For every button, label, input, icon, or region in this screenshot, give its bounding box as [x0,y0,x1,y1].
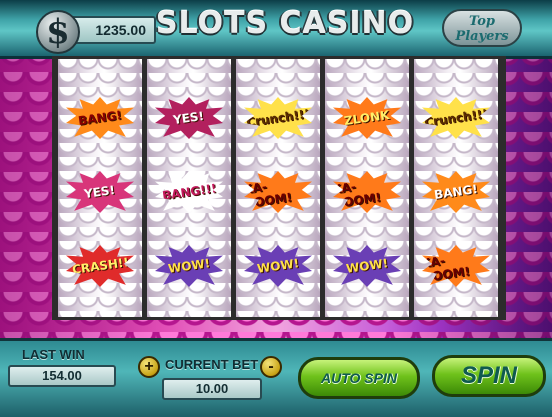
reel-symbol: KA-BOOM! [333,171,401,213]
reel-3: Crunch!!! KA-BOOM! WOW! [236,59,320,317]
last-win-display: 154.00 [8,365,116,387]
reel-symbol: WOW! [333,245,401,287]
reel-5: Crunch!!! BANG! KA-BOOM! [414,59,498,317]
reel-frame: BANG! YES! CRASH!! YES! BANG!!! WOW! Cru… [52,56,506,320]
top-bar: 1235.00 $ SLOTS CASINO Top Players [0,0,552,59]
reel-2: YES! BANG!!! WOW! [147,59,231,317]
reel-symbol: CRASH!! [66,245,134,287]
last-win-label: LAST WIN [22,347,85,362]
top-players-label-line1: Top [469,14,495,29]
reel-symbol: BANG! [66,97,134,139]
reel-symbol: BANG! [422,171,490,213]
spin-button[interactable]: SPIN [432,355,546,397]
reel-symbol: YES! [155,97,223,139]
balance-display: 1235.00 [68,16,156,44]
reel-symbol: KA-BOOM! [422,245,490,287]
reel-symbol: WOW! [244,245,312,287]
bottom-bar: LAST WIN 154.00 + CURRENT BET 10.00 - AU… [0,338,552,417]
dollar-coin-icon: $ [36,10,80,54]
reel-symbol: KA-BOOM! [244,171,312,213]
current-bet-label: CURRENT BET [165,357,259,372]
game-title: SLOTS CASINO [155,6,415,41]
reel-symbol: Crunch!!! [244,97,312,139]
increase-bet-button[interactable]: + [138,356,160,378]
auto-spin-button[interactable]: AUTO SPIN [298,357,420,399]
reel-symbol: BANG!!! [155,171,223,213]
reel-symbol: Crunch!!! [422,97,490,139]
reel-symbol: ZLONK [333,97,401,139]
reel-1: BANG! YES! CRASH!! [58,59,142,317]
top-players-label-line2: Players [455,29,509,44]
reel-symbol: YES! [66,171,134,213]
decrease-bet-button[interactable]: - [260,356,282,378]
top-players-button[interactable]: Top Players [442,9,522,47]
reel-symbol: WOW! [155,245,223,287]
reel-4: ZLONK KA-BOOM! WOW! [325,59,409,317]
current-bet-display: 10.00 [162,378,262,400]
